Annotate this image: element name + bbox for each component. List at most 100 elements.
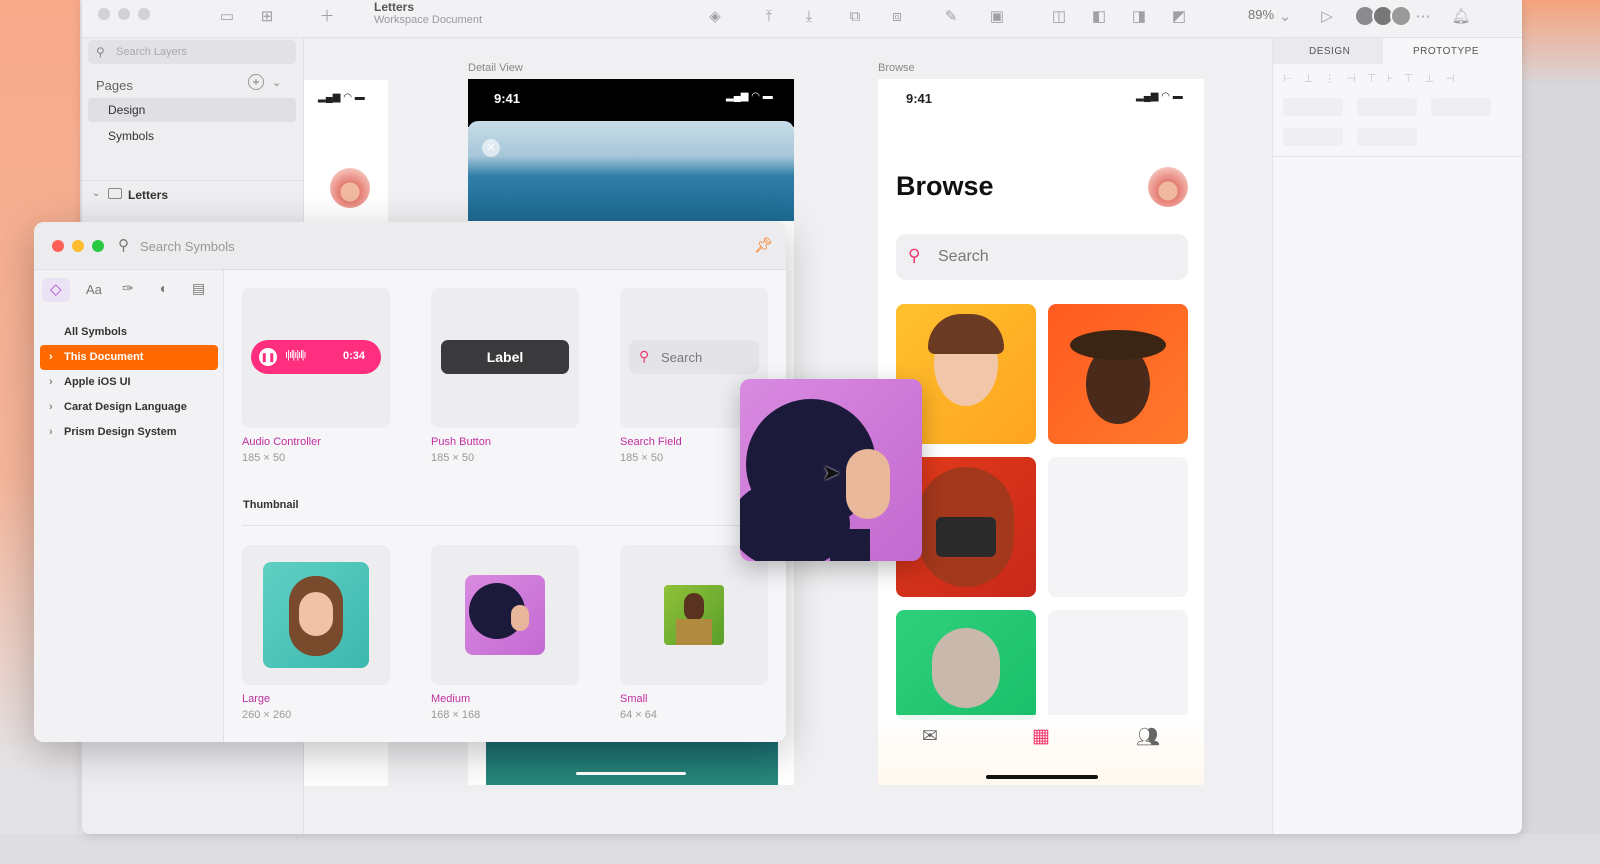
create-symbol-icon[interactable]: ◈ [704, 6, 726, 28]
collaborator-avatars[interactable] [1354, 5, 1414, 29]
symbol-card-audio-controller[interactable]: ❚❚ ı|ıl|ı|ıl|ı 0:34 [242, 288, 390, 428]
window-close-button[interactable] [98, 8, 110, 20]
subtract-icon[interactable]: ◧ [1088, 6, 1110, 28]
sidebar-toggle-icon[interactable]: ▭ [216, 6, 238, 28]
chevron-right-icon: › [49, 376, 53, 388]
symbol-icon[interactable]: ◇ [50, 280, 62, 298]
zoom-button[interactable] [92, 240, 104, 252]
grid-view-icon[interactable]: ⊞ [256, 6, 278, 28]
artboard-browse[interactable]: 9:41 ▂▄▆ ◠ ▬ Browse ⚲ Search ✉ ▦ 👥︎ [878, 79, 1204, 785]
symbol-card-large[interactable] [242, 545, 390, 685]
toolbar: ▭ ⊞ ＋ Letters Workspace Document ◈ ⤒ ⤓ ⧉… [82, 0, 1522, 38]
category-all-symbols[interactable]: All Symbols [40, 320, 218, 345]
symbols-sidebar: ◇ Aa ✑ ◖ ▤ All Symbols › This Document › A… [34, 270, 224, 742]
layer-style-icon[interactable]: ✑ [122, 280, 134, 297]
section-title: Thumbnail [243, 499, 299, 511]
chevron-down-icon[interactable]: ⌄ [272, 76, 281, 89]
category-label: Apple iOS UI [64, 376, 131, 388]
avatar[interactable] [1148, 167, 1188, 207]
width-field[interactable] [1283, 128, 1343, 146]
audio-time: 0:34 [343, 350, 366, 362]
x-field[interactable] [1283, 98, 1343, 116]
swatch-icon[interactable]: ▤ [192, 280, 205, 297]
turtle-image [486, 741, 778, 785]
zoom-level[interactable]: 89% [1248, 7, 1274, 22]
forward-icon[interactable]: ⤒ [758, 6, 780, 28]
audio-controller-preview: ❚❚ ı|ıl|ı|ıl|ı 0:34 [251, 340, 381, 374]
category-carat-design-language[interactable]: › Carat Design Language [40, 395, 218, 420]
ungroup-icon[interactable]: ⧈ [886, 6, 908, 28]
category-label: Prism Design System [64, 426, 177, 438]
page-item-design[interactable]: Design [88, 98, 296, 122]
symbol-name: Push Button [431, 436, 491, 448]
status-icons: ▂▄▆ ◠ ▬ [726, 91, 773, 102]
desktop-background-bottom [0, 834, 1600, 864]
search-field[interactable]: ⚲ Search [896, 234, 1188, 280]
tab-prototype[interactable]: PROTOTYPE [1413, 46, 1479, 57]
pages-header: Pages [96, 78, 133, 93]
symbol-name: Medium [431, 693, 471, 705]
tab-design[interactable]: DESIGN [1309, 46, 1350, 57]
backward-icon[interactable]: ⤓ [798, 6, 820, 28]
rotation-field[interactable] [1431, 98, 1491, 116]
window-minimize-button[interactable] [118, 8, 130, 20]
pin-icon[interactable]: 📌︎ [754, 236, 773, 254]
photo-card[interactable] [896, 610, 1036, 720]
home-indicator [986, 775, 1098, 779]
category-this-document[interactable]: › This Document [40, 345, 218, 370]
ocean-image [468, 121, 794, 221]
category-prism-design-system[interactable]: › Prism Design System [40, 420, 218, 445]
symbol-card-medium[interactable] [431, 545, 579, 685]
status-time: 9:41 [906, 91, 933, 106]
avatar [330, 168, 370, 208]
browse-title: Browse [896, 171, 994, 201]
minimize-button[interactable] [72, 240, 84, 252]
search-symbols-input[interactable]: Search Symbols [140, 239, 235, 254]
y-field[interactable] [1357, 98, 1417, 116]
symbol-card-small[interactable] [620, 545, 768, 685]
symbol-card-push-button[interactable]: Label [431, 288, 579, 428]
symbol-size: 64 × 64 [620, 709, 658, 721]
photo-card[interactable] [1048, 304, 1188, 444]
play-icon[interactable]: ▷ [1316, 6, 1338, 28]
page-item-symbols[interactable]: Symbols [88, 124, 296, 148]
close-button[interactable] [52, 240, 64, 252]
difference-icon[interactable]: ◩ [1168, 6, 1190, 28]
color-icon[interactable]: ◖ [158, 280, 166, 296]
add-page-icon[interactable]: + [248, 74, 264, 90]
divider [82, 180, 304, 181]
height-field[interactable] [1357, 128, 1417, 146]
insert-icon[interactable]: ＋ [316, 6, 338, 28]
window-zoom-button[interactable] [138, 8, 150, 20]
intersect-icon[interactable]: ◨ [1128, 6, 1150, 28]
symbol-name: Large [242, 693, 271, 705]
chevron-down-icon[interactable]: ⌄ [1274, 6, 1296, 28]
close-icon[interactable]: ✕ [482, 139, 500, 157]
layer-group-letters[interactable]: Letters [128, 188, 168, 202]
notification-bell-icon[interactable]: 🔔︎ [1450, 6, 1472, 28]
chevron-right-icon: › [49, 351, 53, 363]
more-icon[interactable]: ⋯ [1412, 6, 1434, 28]
search-placeholder: Search [661, 350, 703, 365]
divider [242, 525, 762, 526]
group-icon[interactable]: ⧉ [844, 6, 866, 28]
grid-icon[interactable]: ▦ [1032, 725, 1050, 748]
photo-placeholder [1048, 610, 1188, 720]
people-icon[interactable]: 👥︎ [1136, 725, 1160, 749]
chevron-right-icon: › [49, 401, 53, 413]
edit-icon[interactable]: ✎ [940, 6, 962, 28]
symbol-size: 185 × 50 [242, 452, 286, 464]
inbox-icon[interactable]: ✉ [922, 725, 938, 748]
alignment-icons[interactable]: ⊢⊥⋮⊣⊤⊦⊤⊥⊣ [1283, 72, 1513, 86]
text-style-icon[interactable]: Aa [86, 282, 102, 297]
symbol-size: 185 × 50 [620, 452, 664, 464]
symbol-size: 168 × 168 [431, 709, 481, 721]
search-layers-input[interactable]: Search Layers [88, 40, 296, 64]
thumbnail-small-preview [664, 585, 724, 645]
union-icon[interactable]: ◫ [1048, 6, 1070, 28]
symbol-name: Audio Controller [242, 436, 321, 448]
chevron-down-icon[interactable]: ⌄ [92, 188, 100, 199]
category-apple-ios-ui[interactable]: › Apple iOS UI [40, 370, 218, 395]
desktop-background-right [1510, 0, 1600, 864]
transform-icon[interactable]: ▣ [986, 6, 1008, 28]
